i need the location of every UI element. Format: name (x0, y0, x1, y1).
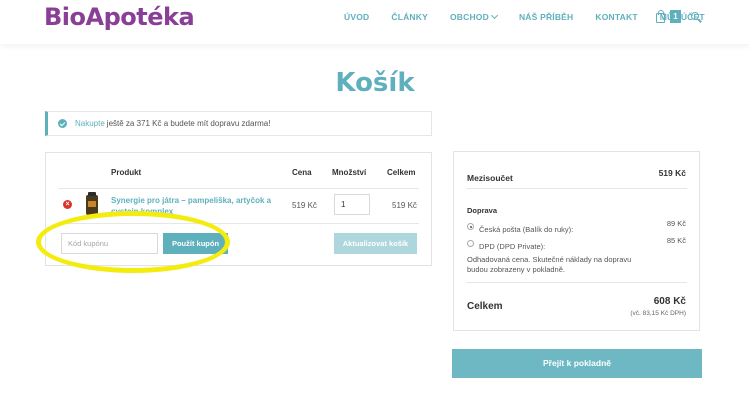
shipping-option-price: 89 Kč (666, 219, 686, 228)
subtotal-value: 519 Kč (658, 168, 686, 178)
nav-item-nas-pribeh[interactable]: NÁŠ PŘÍBĚH (519, 12, 573, 22)
item-price: 519 Kč (292, 201, 317, 210)
quantity-input[interactable] (334, 194, 370, 215)
shipping-option-label: Česká pošta (Balík do ruky): (479, 225, 574, 234)
nav-label: KONTAKT (595, 12, 638, 22)
header-total: Celkem (387, 168, 416, 177)
shipping-option[interactable]: DPD (DPD Private): 85 Kč (467, 236, 686, 254)
radio-selected[interactable] (467, 223, 474, 231)
site-logo[interactable]: BioApotéka (44, 3, 195, 31)
nav-label: ČLÁNKY (391, 12, 428, 22)
subtotal-row: Mezisoučet 519 Kč (467, 168, 686, 186)
subtotal-label: Mezisoučet (467, 173, 513, 183)
shipping-option-label: DPD (DPD Private): (479, 242, 546, 251)
update-cart-button[interactable]: Aktualizovat košík (334, 233, 417, 254)
nav-label: ÚVOD (344, 12, 370, 22)
header-cart[interactable]: 1 (656, 9, 681, 23)
search-icon[interactable] (691, 12, 699, 20)
item-total: 519 Kč (392, 201, 417, 210)
remove-item-icon[interactable]: × (63, 200, 72, 209)
total-value: 608 Kč (653, 296, 686, 307)
notice-text: ještě za 371 Kč a budete mít dopravu zda… (106, 119, 271, 128)
site-header: BioApotéka ÚVOD ČLÁNKY OBCHOD NÁŠ PŘÍBĚH… (0, 0, 750, 44)
header-product: Produkt (111, 168, 142, 177)
header-quantity: Množství (332, 168, 367, 177)
divider (466, 282, 687, 283)
cart-totals: Mezisoučet 519 Kč Doprava Česká pošta (B… (453, 151, 700, 331)
shipping-option-price: 85 Kč (666, 236, 686, 245)
check-circle-icon (58, 119, 67, 128)
nav-item-kontakt[interactable]: KONTAKT (595, 12, 637, 22)
vat-note: (vč. 83,15 Kč DPH) (630, 310, 686, 317)
chevron-down-icon (490, 11, 499, 20)
shop-link[interactable]: Nakupte (75, 119, 105, 128)
shipping-label: Doprava (467, 206, 498, 215)
nav-item-clanky[interactable]: ČLÁNKY (391, 12, 428, 22)
nav-label: OBCHOD (449, 12, 489, 22)
free-shipping-notice: Nakupte ještě za 371 Kč a budete mít dop… (45, 111, 432, 136)
total-label: Celkem (467, 301, 503, 312)
divider (58, 188, 419, 189)
header-price: Cena (292, 168, 312, 177)
highlight-ellipse (36, 211, 230, 273)
page-title: Košík (335, 68, 415, 98)
cart-count-badge: 1 (670, 10, 681, 23)
nav-item-obchod[interactable]: OBCHOD (449, 11, 499, 22)
proceed-to-checkout-button[interactable]: Přejít k pokladně (452, 349, 702, 378)
product-thumbnail[interactable] (86, 192, 98, 215)
divider (466, 188, 687, 189)
radio-unselected[interactable] (467, 240, 474, 248)
shipping-note: Odhadovaná cena. Skutečné náklady na dop… (467, 255, 632, 274)
shipping-heading: Doprava (467, 200, 686, 218)
shipping-option[interactable]: Česká pošta (Balík do ruky): 89 Kč (467, 219, 686, 237)
nav-item-uvod[interactable]: ÚVOD (344, 12, 369, 22)
shopping-bag-icon (656, 9, 665, 23)
nav-label: NÁŠ PŘÍBĚH (518, 12, 574, 22)
